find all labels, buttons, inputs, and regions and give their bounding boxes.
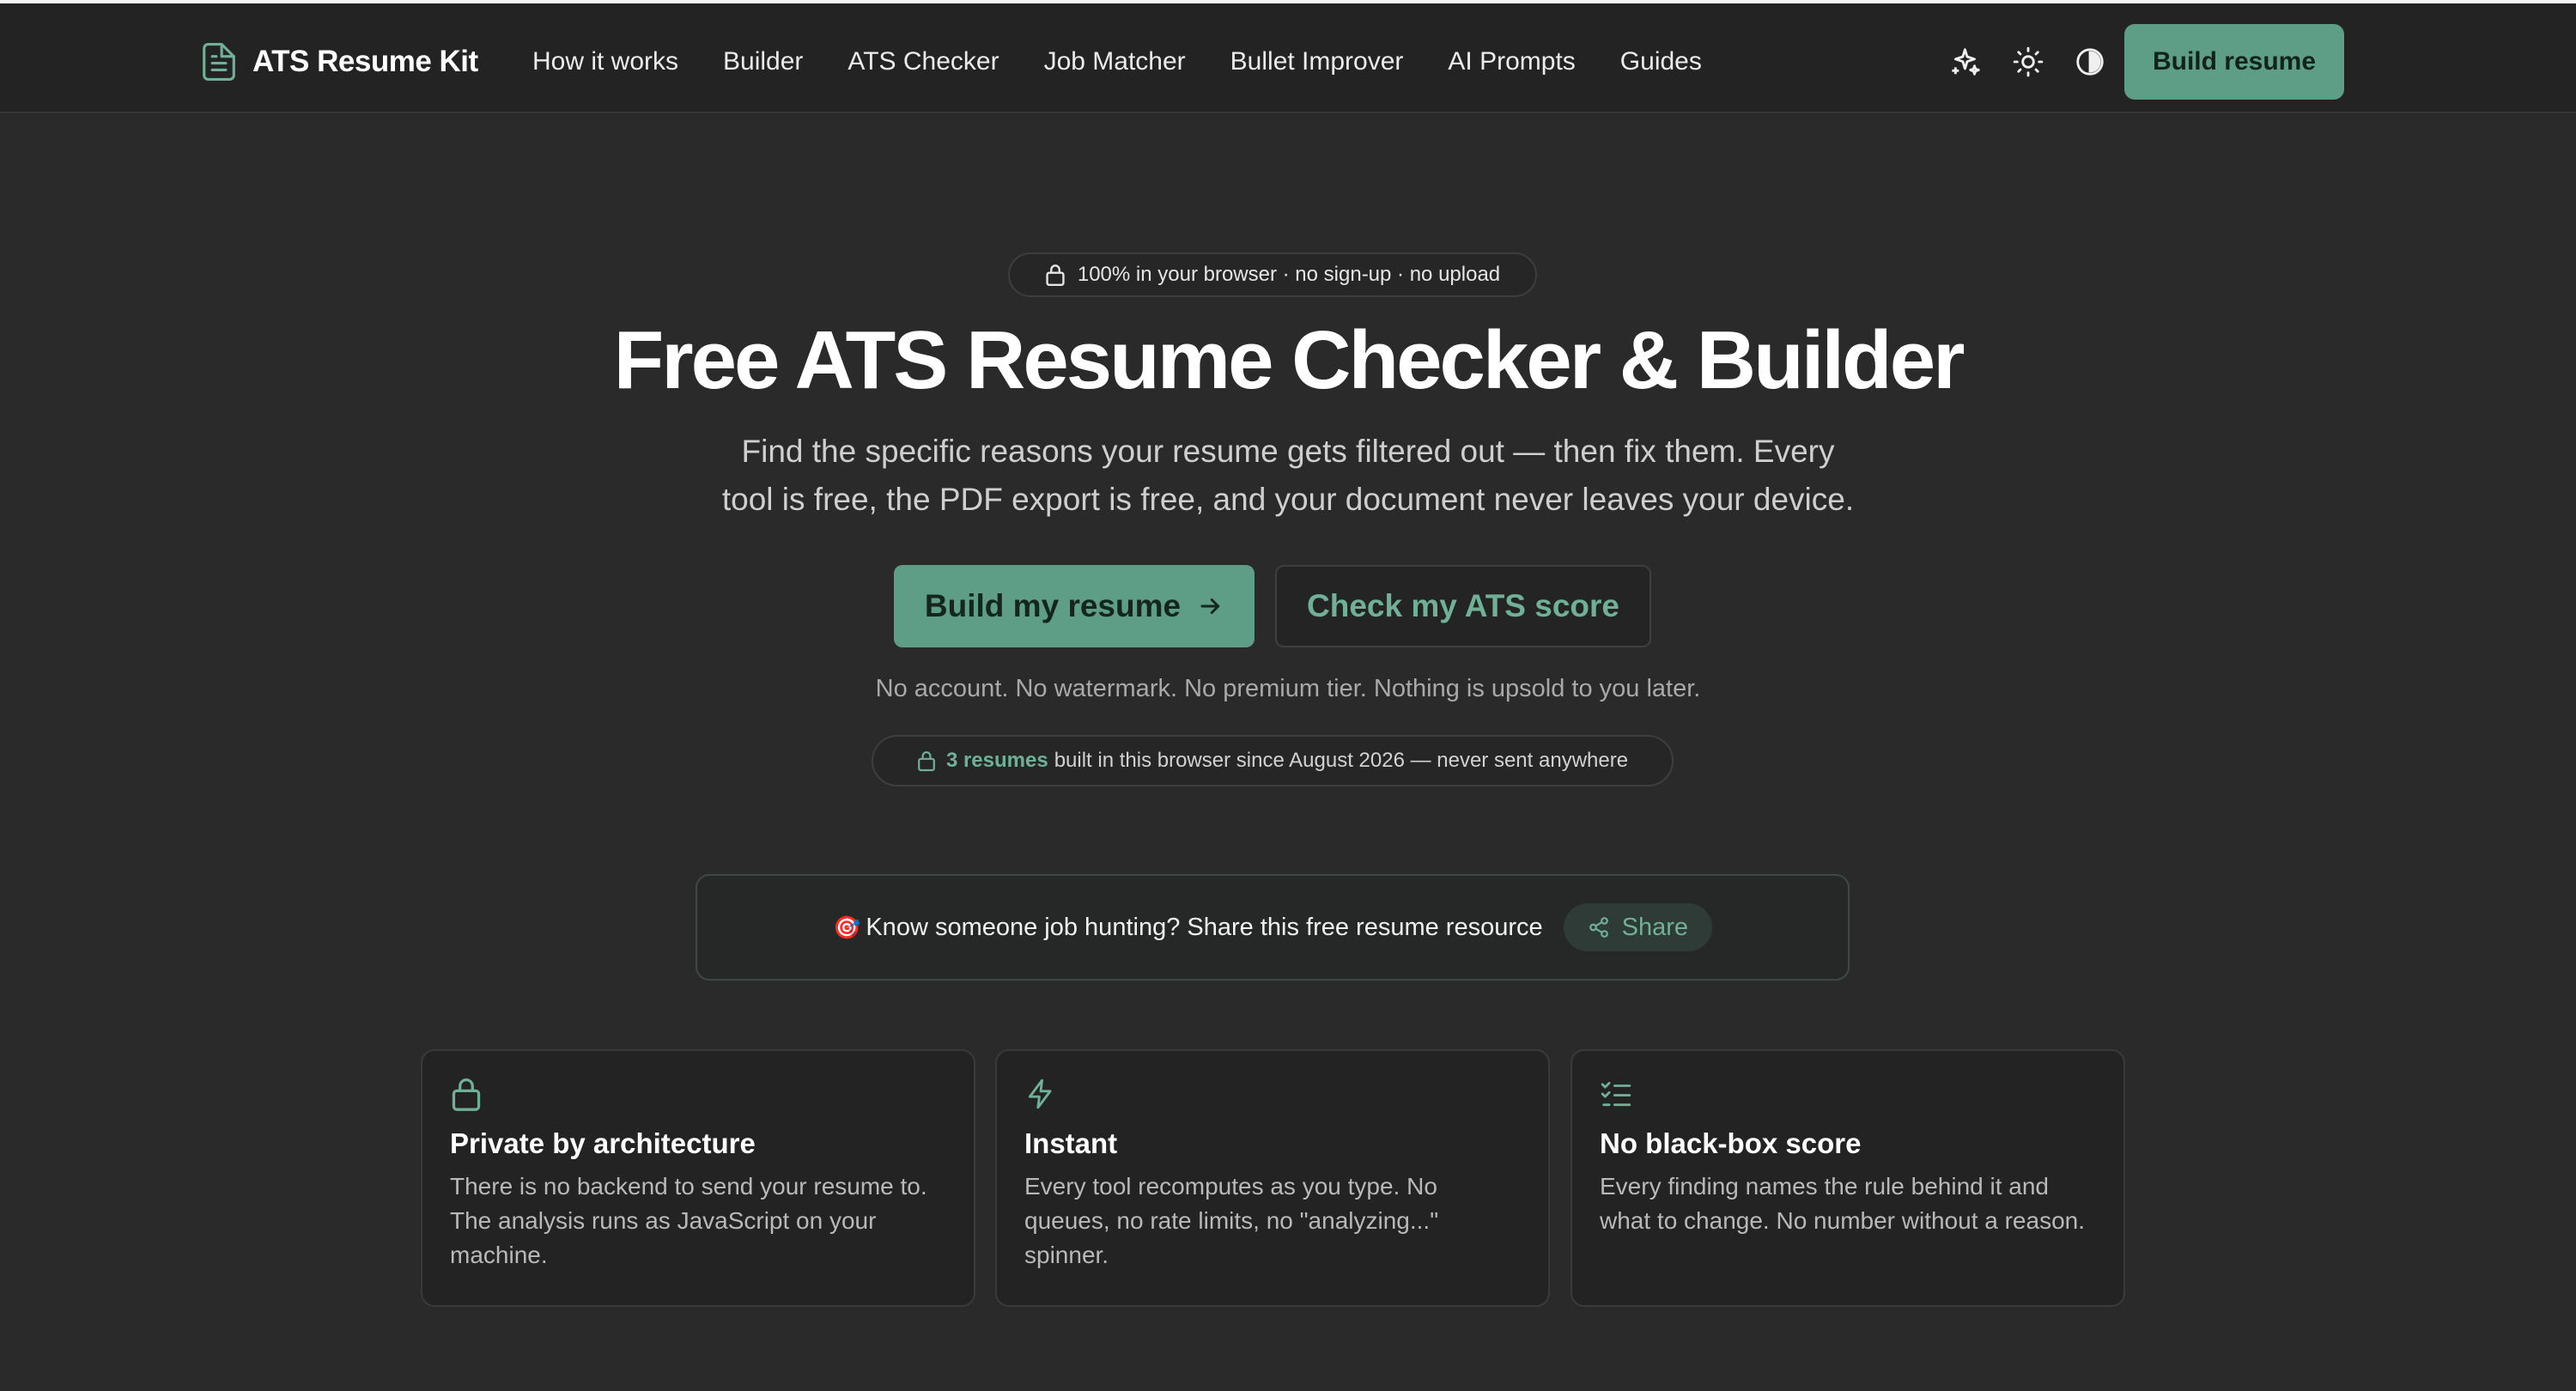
target-icon: 🎯 (832, 914, 861, 940)
nav-ats-checker[interactable]: ATS Checker (848, 47, 999, 76)
document-icon (203, 43, 235, 81)
page-title: Free ATS Resume Checker & Builder (613, 314, 1965, 406)
sun-icon[interactable] (2009, 43, 2047, 81)
site-header: ATS Resume Kit How it works Builder ATS … (0, 3, 2576, 113)
nav-how-it-works[interactable]: How it works (532, 47, 678, 76)
logo-text: ATS Resume Kit (252, 45, 478, 78)
main-nav: How it works Builder ATS Checker Job Mat… (532, 38, 1747, 86)
share-banner-text: Know someone job hunting? Share this fre… (866, 913, 1543, 941)
nav-job-matcher[interactable]: Job Matcher (1044, 47, 1186, 76)
resume-count: 3 resumes (945, 749, 1048, 772)
privacy-badge-text: 100% in your browser · no sign-up · no u… (1077, 263, 1501, 286)
nav-builder[interactable]: Builder (723, 47, 803, 76)
arrow-right-icon (1200, 598, 1220, 614)
no-upsell-note: No account. No watermark. No premium tie… (875, 675, 1701, 702)
privacy-badge: 100% in your browser · no sign-up · no u… (1008, 252, 1537, 297)
lock-icon (918, 751, 935, 772)
share-banner: 🎯 Know someone job hunting? Share this f… (696, 874, 1850, 981)
feature-body: Every finding names the rule behind it a… (1600, 1173, 2086, 1234)
feature-title: No black-box score (1600, 1127, 1862, 1159)
list-checks-icon (1601, 1081, 1631, 1107)
resume-count-text: built in this browser since August 2026 … (1054, 749, 1629, 772)
check-ats-score-button[interactable]: Check my ATS score (1275, 565, 1651, 647)
share-button[interactable]: Share (1563, 903, 1713, 951)
nav-bullet-improver[interactable]: Bullet Improver (1230, 47, 1404, 76)
feature-card-no-black-box: No black-box score Every finding names t… (1571, 1049, 2125, 1307)
lock-icon (452, 1078, 481, 1111)
zap-icon (1028, 1078, 1052, 1109)
feature-title: Private by architecture (450, 1127, 756, 1159)
build-my-resume-label: Build my resume (924, 588, 1182, 623)
lock-icon (1046, 264, 1065, 286)
hero-subtitle-line-2: tool is free, the PDF export is free, an… (721, 482, 1855, 517)
build-resume-button[interactable]: Build resume (2124, 24, 2344, 100)
build-my-resume-button[interactable]: Build my resume (894, 565, 1255, 647)
feature-card-private: Private by architecture There is no back… (421, 1049, 975, 1307)
share-icon (1589, 917, 1608, 938)
sparkles-icon[interactable] (1947, 43, 1985, 81)
logo[interactable]: ATS Resume Kit (203, 38, 478, 86)
nav-guides[interactable]: Guides (1620, 47, 1702, 76)
share-button-label: Share (1621, 913, 1689, 941)
contrast-icon[interactable] (2071, 43, 2109, 81)
nav-ai-prompts[interactable]: AI Prompts (1448, 47, 1575, 76)
hero-subtitle-line-1: Find the specific reasons your resume ge… (741, 434, 1835, 469)
feature-body: There is no backend to send your resume … (450, 1173, 927, 1268)
feature-title: Instant (1024, 1127, 1118, 1159)
resume-count-badge: 3 resumes built in this browser since Au… (872, 735, 1674, 787)
feature-body: Every tool recomputes as you type. No qu… (1024, 1173, 1439, 1268)
feature-card-instant: Instant Every tool recomputes as you typ… (995, 1049, 1550, 1307)
hero-subtitle: Find the specific reasons your resume ge… (601, 428, 1975, 524)
